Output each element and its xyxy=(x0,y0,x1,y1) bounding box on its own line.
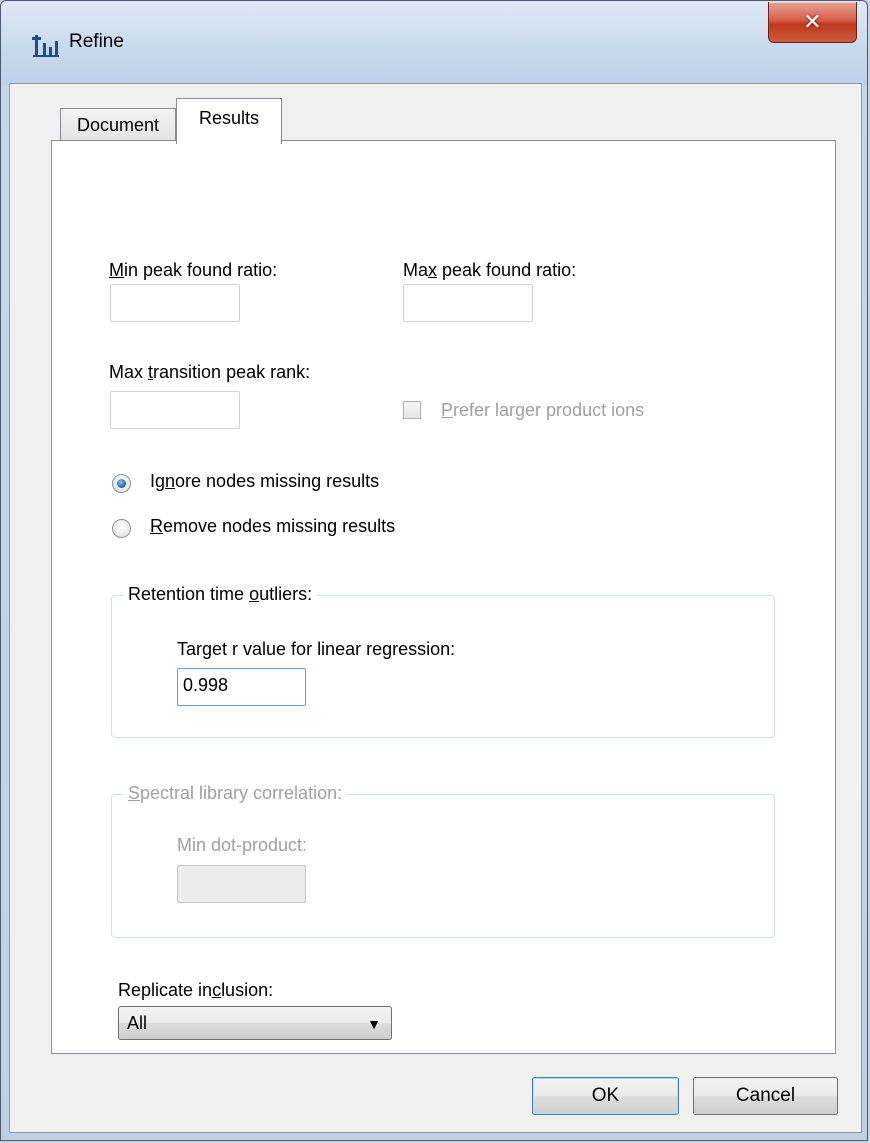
replicate-inclusion-value: All xyxy=(127,1013,148,1033)
title-bar[interactable]: Refine ✕ xyxy=(1,1,867,85)
min-dot-product-input[interactable] xyxy=(177,865,306,903)
cancel-button[interactable]: Cancel xyxy=(693,1077,838,1115)
max-peak-found-ratio-input[interactable] xyxy=(403,284,533,322)
retention-time-outliers-group: Retention time outliers: Target r value … xyxy=(111,584,775,738)
tab-results[interactable]: Results xyxy=(176,98,282,144)
spectral-library-correlation-title: Spectral library correlation: xyxy=(124,783,347,804)
min-dot-product-label: Min dot-product: xyxy=(177,835,308,855)
close-icon: ✕ xyxy=(803,9,822,34)
chevron-down-icon: ▼ xyxy=(367,1016,381,1032)
dialog-client-area: Document Results Min peak found ratio: M… xyxy=(9,83,862,1133)
results-tab-panel: Min peak found ratio: Max peak found rat… xyxy=(51,140,836,1054)
prefer-larger-product-ions-checkbox[interactable] xyxy=(403,401,421,419)
ignore-nodes-missing-results-radio[interactable] xyxy=(112,474,131,493)
ignore-nodes-missing-results-label: Ignore nodes missing results xyxy=(150,471,380,491)
tab-document[interactable]: Document xyxy=(60,108,176,142)
app-icon xyxy=(32,35,59,57)
min-peak-found-ratio-input[interactable] xyxy=(110,284,240,322)
prefer-larger-product-ions-label: Prefer larger product ions xyxy=(441,400,645,420)
max-transition-peak-rank-label: Max transition peak rank: xyxy=(109,362,311,382)
ok-button[interactable]: OK xyxy=(532,1077,679,1115)
window-title: Refine xyxy=(69,31,124,52)
refine-dialog: Refine ✕ Document Results Min peak found… xyxy=(0,0,868,1141)
spectral-library-correlation-group: Spectral library correlation: Min dot-pr… xyxy=(111,783,775,938)
target-r-value-label: Target r value for linear regression: xyxy=(177,639,456,659)
replicate-inclusion-label: Replicate inclusion: xyxy=(118,980,274,1000)
close-button[interactable]: ✕ xyxy=(768,2,857,43)
target-r-value-input[interactable]: 0.998 xyxy=(177,668,306,706)
remove-nodes-missing-results-label: Remove nodes missing results xyxy=(150,516,396,536)
min-peak-found-ratio-label: Min peak found ratio: xyxy=(109,260,278,280)
remove-nodes-missing-results-radio[interactable] xyxy=(112,519,131,538)
retention-time-outliers-title: Retention time outliers: xyxy=(124,584,317,605)
max-peak-found-ratio-label: Max peak found ratio: xyxy=(403,260,577,280)
max-transition-peak-rank-input[interactable] xyxy=(110,391,240,429)
replicate-inclusion-select[interactable]: All ▼ xyxy=(118,1006,392,1040)
